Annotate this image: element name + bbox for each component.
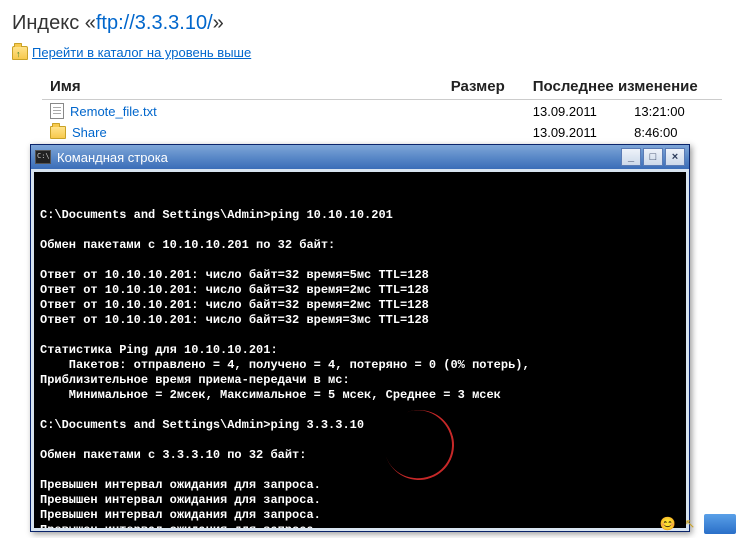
terminal-line: Статистика Ping для 10.10.10.201: — [40, 343, 680, 358]
terminal-line — [40, 328, 680, 343]
terminal-line: Ответ от 10.10.10.201: число байт=32 вре… — [40, 313, 680, 328]
table-row[interactable]: Share 13.09.2011 8:46:00 — [42, 122, 722, 143]
col-name: Имя — [42, 74, 429, 100]
window-title: Командная строка — [57, 150, 615, 165]
terminal-line: Обмен пакетами с 3.3.3.10 по 32 байт: — [40, 448, 680, 463]
up-directory-link[interactable]: ↑ Перейти в каталог на уровень выше — [12, 45, 730, 60]
file-size — [429, 100, 513, 123]
table-row[interactable]: Remote_file.txt 13.09.2011 13:21:00 — [42, 100, 722, 123]
up-link-label: Перейти в каталог на уровень выше — [32, 45, 251, 60]
col-modified: Последнее изменение — [513, 74, 722, 100]
terminal-line: Приблизительное время приема-передачи в … — [40, 373, 680, 388]
page-title: Индекс «ftp://3.3.3.10/» — [12, 12, 730, 35]
file-time: 13:21:00 — [634, 104, 685, 119]
cursor-icon[interactable]: ↖ — [682, 516, 698, 532]
terminal-line — [40, 463, 680, 478]
index-url[interactable]: ftp://3.3.3.10/ — [96, 12, 213, 34]
terminal-line: Превышен интервал ожидания для запроса. — [40, 478, 680, 493]
cmd-app-icon — [35, 150, 51, 164]
taskbar-tray: 😊 ↖ — [660, 514, 736, 534]
index-prefix: Индекс « — [12, 12, 96, 34]
folder-icon — [50, 126, 66, 139]
col-size: Размер — [429, 74, 513, 100]
terminal-line: Превышен интервал ожидания для запроса. — [40, 508, 680, 523]
file-time: 8:46:00 — [634, 125, 677, 140]
terminal-line: C:\Documents and Settings\Admin>ping 3.3… — [40, 418, 680, 433]
terminal-line: Превышен интервал ожидания для запроса. — [40, 523, 680, 528]
maximize-button[interactable]: □ — [643, 148, 663, 166]
file-date: 13.09.2011 — [533, 104, 597, 119]
tray-icon[interactable]: 😊 — [660, 516, 676, 532]
command-prompt-window[interactable]: Командная строка _ □ × C:\Documents and … — [30, 144, 690, 532]
index-suffix: » — [213, 12, 224, 34]
minimize-button[interactable]: _ — [621, 148, 641, 166]
folder-up-icon: ↑ — [12, 46, 28, 60]
terminal-line: Пакетов: отправлено = 4, получено = 4, п… — [40, 358, 680, 373]
txt-file-icon — [50, 103, 64, 119]
terminal-line — [40, 403, 680, 418]
terminal-line: Минимальное = 2мсек, Максимальное = 5 мс… — [40, 388, 680, 403]
terminal-line: C:\Documents and Settings\Admin>ping 10.… — [40, 208, 680, 223]
terminal-line: Обмен пакетами с 10.10.10.201 по 32 байт… — [40, 238, 680, 253]
titlebar[interactable]: Командная строка _ □ × — [31, 145, 689, 169]
file-name[interactable]: Remote_file.txt — [70, 104, 157, 119]
terminal-line: Ответ от 10.10.10.201: число байт=32 вре… — [40, 268, 680, 283]
terminal-line — [40, 223, 680, 238]
terminal-line: Ответ от 10.10.10.201: число байт=32 вре… — [40, 283, 680, 298]
terminal-output[interactable]: C:\Documents and Settings\Admin>ping 10.… — [34, 172, 686, 528]
terminal-line: Превышен интервал ожидания для запроса. — [40, 493, 680, 508]
close-button[interactable]: × — [665, 148, 685, 166]
file-name[interactable]: Share — [72, 125, 107, 140]
file-date: 13.09.2011 — [533, 125, 597, 140]
file-table: Имя Размер Последнее изменение Remote_fi… — [42, 74, 722, 143]
file-size — [429, 122, 513, 143]
terminal-line: Ответ от 10.10.10.201: число байт=32 вре… — [40, 298, 680, 313]
browser-pane: Индекс «ftp://3.3.3.10/» ↑ Перейти в кат… — [0, 0, 742, 151]
terminal-line — [40, 433, 680, 448]
taskbar-strip — [704, 514, 736, 534]
terminal-line — [40, 253, 680, 268]
window-buttons: _ □ × — [621, 148, 685, 166]
